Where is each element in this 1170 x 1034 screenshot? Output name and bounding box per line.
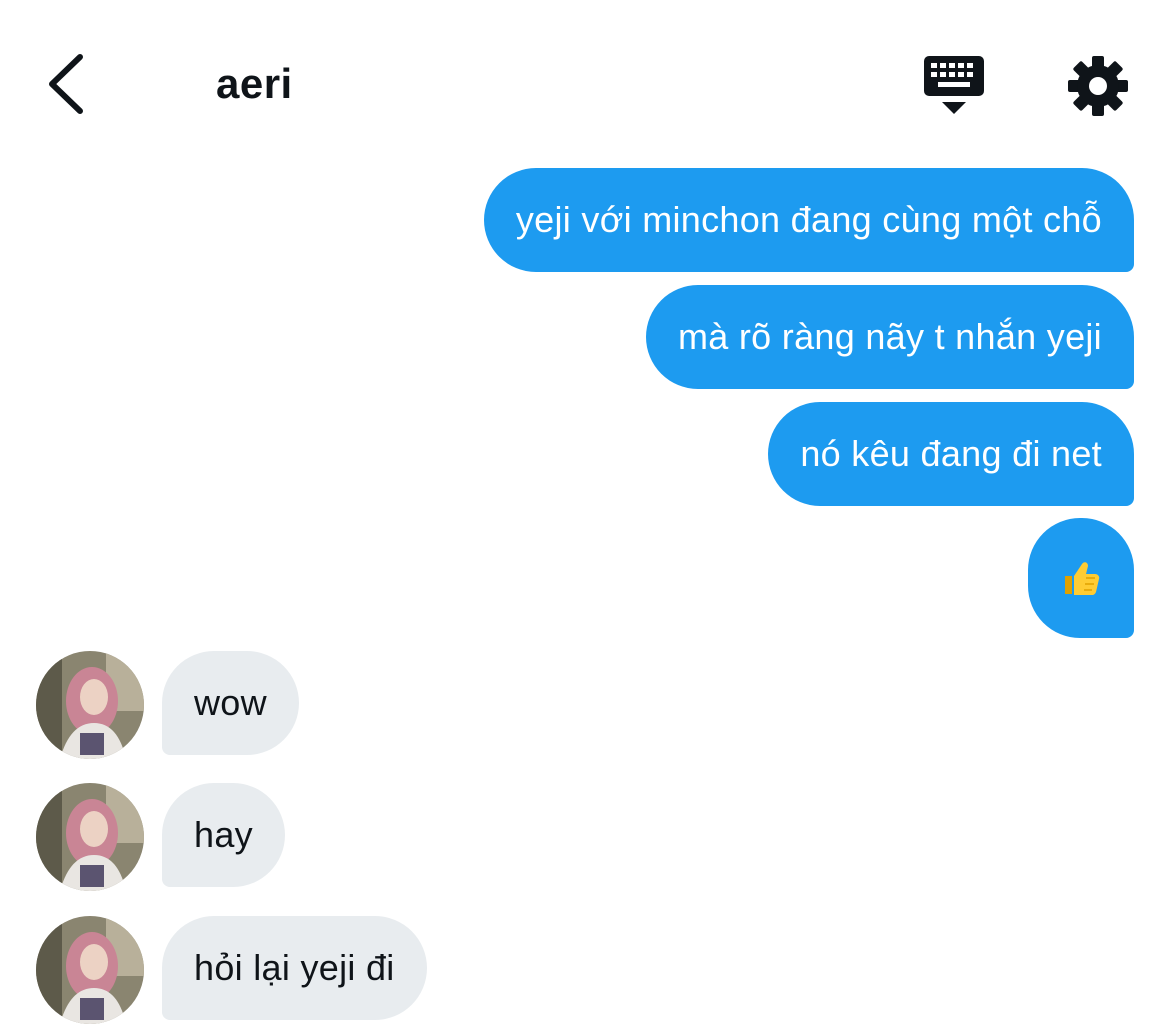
message-out-emoji-bubble[interactable]: 👍 bbox=[1028, 518, 1134, 638]
message-out-bubble[interactable]: nó kêu đang đi net bbox=[768, 402, 1134, 506]
keyboard-button[interactable] bbox=[918, 52, 990, 120]
message-out-row: nó kêu đang đi net bbox=[768, 402, 1134, 506]
message-out-bubble[interactable]: yeji với minchon đang cùng một chỗ bbox=[483, 168, 1134, 272]
message-out-row: yeji với minchon đang cùng một chỗ bbox=[483, 168, 1134, 272]
message-out-bubble[interactable]: mà rõ ràng nãy t nhắn yeji bbox=[645, 285, 1134, 389]
thumbs-up-emoji: 👍 bbox=[1065, 562, 1100, 595]
message-in-bubble[interactable]: wow bbox=[162, 651, 299, 755]
keyboard-icon bbox=[924, 56, 984, 114]
back-button[interactable] bbox=[34, 48, 98, 120]
message-out-row: 👍 bbox=[1028, 518, 1134, 638]
gear-icon bbox=[1068, 56, 1128, 116]
message-in-bubble[interactable]: hay bbox=[162, 783, 285, 887]
message-in-row: hay bbox=[36, 783, 285, 891]
avatar[interactable] bbox=[36, 651, 144, 759]
message-in-bubble[interactable]: hỏi lại yeji đi bbox=[162, 916, 427, 1020]
settings-button[interactable] bbox=[1064, 52, 1132, 120]
message-in-row: hỏi lại yeji đi bbox=[36, 916, 427, 1024]
message-out-row: mà rõ ràng nãy t nhắn yeji bbox=[645, 285, 1134, 389]
chevron-left-icon bbox=[49, 54, 83, 114]
message-in-row: wow bbox=[36, 651, 299, 759]
avatar[interactable] bbox=[36, 783, 144, 891]
avatar[interactable] bbox=[36, 916, 144, 1024]
conversation-title: aeri bbox=[216, 60, 293, 107]
